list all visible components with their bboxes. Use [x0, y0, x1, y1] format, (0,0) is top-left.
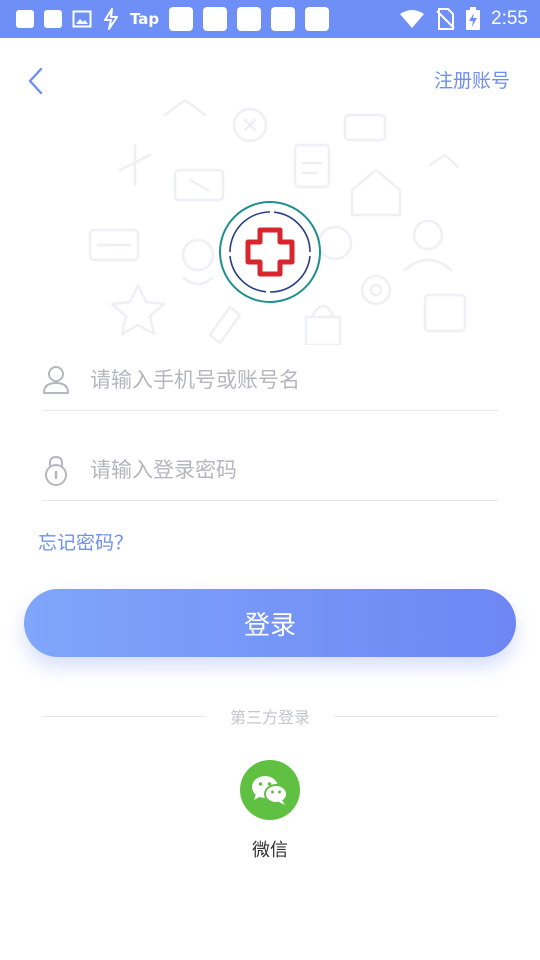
notification-square-icon: [203, 7, 228, 31]
wechat-login-button[interactable]: [240, 760, 300, 820]
no-sim-icon: [436, 8, 455, 30]
forgot-password-link[interactable]: 忘记密码？: [38, 528, 133, 555]
status-time: 2:55: [491, 8, 528, 29]
register-account-link[interactable]: 注册账号: [434, 66, 510, 93]
third-party-title: 第三方登录: [217, 708, 322, 727]
wechat-icon: [252, 776, 288, 805]
user-icon: [43, 366, 69, 394]
doodle-card-icon: [343, 113, 387, 142]
notification-square-icon: [44, 10, 62, 28]
doodle-face-icon: [181, 238, 215, 272]
doodle-arrow-icon: [428, 153, 460, 169]
status-bar-notifications: Tap: [16, 7, 330, 31]
doodle-user-icon: [412, 219, 444, 251]
chevron-left-icon: [28, 67, 43, 95]
third-party-divider: 第三方登录: [42, 702, 498, 730]
tap-icon: Tap: [130, 10, 160, 28]
doodle-frame-icon: [423, 293, 467, 333]
wechat-label: 微信: [252, 840, 288, 861]
doodle-star-icon: [110, 283, 166, 336]
battery-charging-icon: [466, 7, 481, 30]
notification-square-icon: [169, 7, 194, 31]
doodle-clipboard-icon: [293, 143, 331, 189]
notification-square-icon: [271, 7, 296, 31]
notification-square-icon: [237, 7, 262, 31]
image-icon: [72, 10, 92, 28]
doodle-smile-icon: [317, 225, 353, 261]
doodle-pin-icon: [118, 143, 152, 187]
doodle-pencil-icon: [208, 305, 242, 345]
notification-square-icon: [305, 7, 330, 31]
notification-square-icon: [16, 10, 34, 28]
doodle-bag-icon: [304, 304, 342, 345]
bolt-icon: [104, 8, 118, 30]
login-button[interactable]: 登录: [24, 589, 516, 657]
app-logo: [219, 201, 321, 303]
doodle-home-icon: [350, 168, 402, 217]
password-field: [42, 440, 498, 501]
doodle-gear-icon: [360, 274, 392, 306]
account-input[interactable]: [88, 358, 492, 402]
back-button[interactable]: [24, 66, 52, 96]
status-bar-system: 2:55: [399, 6, 528, 32]
password-input[interactable]: [88, 448, 492, 492]
account-field: [42, 350, 498, 411]
status-bar: Tap 2:55: [0, 0, 540, 38]
lock-icon: [45, 455, 67, 486]
wifi-icon: [400, 10, 425, 28]
doodle-check-icon: [163, 98, 207, 117]
